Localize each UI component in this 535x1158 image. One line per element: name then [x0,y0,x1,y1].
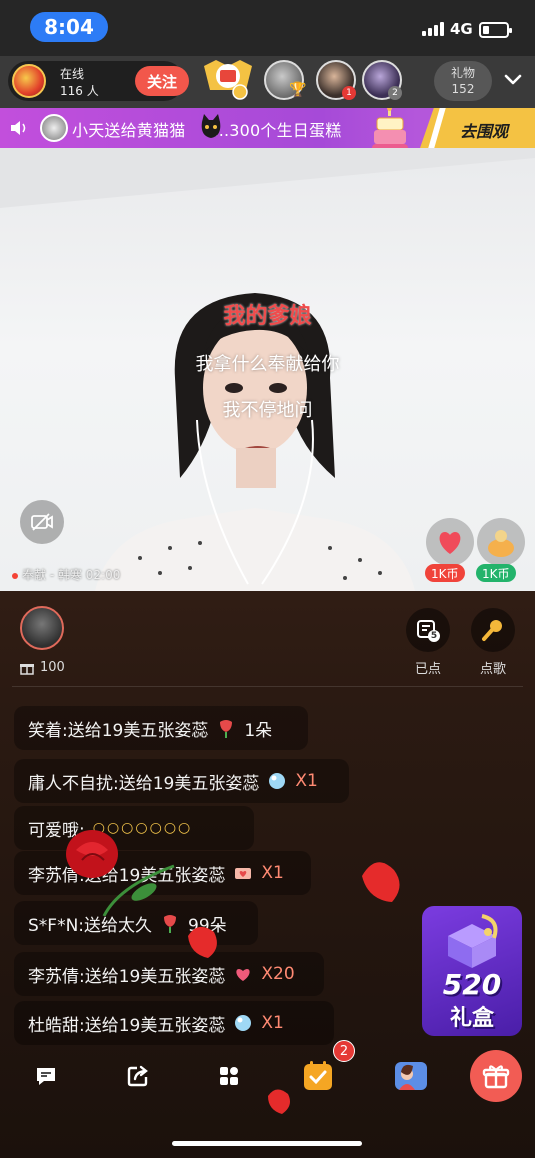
crystal-ball-icon [235,1015,252,1031]
share-button[interactable] [118,1056,158,1096]
speaker-icon [11,121,26,135]
rank-number-badge: 1 [342,86,356,100]
lyric-line-current: 我的爹娘 [223,304,312,329]
now-playing-text: 奉献 - 韩寒 02:00 [22,568,121,582]
co-host-icon [395,1062,427,1090]
ordered-songs-button[interactable]: 5 已点 [406,608,450,677]
gift-value: 100 [40,660,65,675]
crystal-ball-icon [269,773,286,789]
chat-quantity: X1 [261,1013,284,1033]
chat-quantity: 1朵 [244,720,273,741]
chat-text: 庸人不自扰:送给19美五张姿蕊 [28,773,260,794]
chat-message[interactable]: 杜皓甜:送给19美五张姿蕊 X1 [14,1001,334,1045]
promo-520-giftbox[interactable]: 520 礼盒 [422,906,522,1036]
online-label: 在线 [60,67,85,81]
online-count: 116 人 [60,84,99,98]
rank-number-badge: 2 [388,86,402,100]
petal-decoration [362,862,400,902]
love-letter-icon [235,868,252,879]
live-video[interactable]: 我的爹娘 我拿什么奉献给你 我不停地问 奉献 - 韩寒 02:00 1K币 1K… [0,148,535,591]
chat-text: 杜皓甜:送给19美五张姿蕊 [28,1015,226,1036]
gift-count-pill[interactable]: 礼物 152 [434,61,492,101]
room-header: 在线 116 人 关注 🏆 1 2 礼物 152 [0,56,535,108]
lucky-bag-icon [488,530,514,557]
host-seat-avatar[interactable] [20,606,64,650]
share-icon [127,1065,148,1087]
chat-message[interactable]: 庸人不自扰:送给19美五张姿蕊 X1 [14,759,349,803]
chat-quantity: X20 [261,964,295,984]
gift-chest-icon [448,914,498,968]
host-info[interactable]: 在线 116 人 关注 [8,61,189,101]
task-badge: 2 [333,1040,355,1062]
more-features-button[interactable] [209,1056,249,1096]
rose-animation [66,830,175,916]
promo-subtitle: 礼盒 [449,1006,494,1031]
grid-icon [220,1067,238,1085]
send-gift-button[interactable] [470,1050,522,1102]
rose-icon [220,720,233,738]
promo-title: 520 [442,968,502,1001]
quick-gift-button[interactable] [477,518,525,566]
chevron-down-icon[interactable] [500,66,526,92]
cat-icon [201,114,221,138]
camera-off-icon [31,513,53,531]
gift-broadcast-banner[interactable]: 小天送给黄猫猫 ...300个生日蛋糕 去围观 [0,108,535,160]
signal-icon [422,22,444,36]
request-song-label: 点歌 [479,662,506,677]
follow-button[interactable]: 关注 [135,66,189,96]
chat-quantity: X1 [295,771,318,791]
request-song-button[interactable]: 点歌 [471,608,515,677]
chat-text: 笑着:送给19美五张姿蕊 [28,720,209,741]
link-mic-button[interactable] [391,1056,431,1096]
ordered-songs-label: 已点 [414,662,441,677]
task-calendar-icon [304,1061,332,1090]
microphone-icon [482,620,502,641]
heart-box-icon [236,969,250,981]
status-bar: 8:04 4G [0,0,535,56]
gift-count: 152 [451,82,475,96]
divider [12,686,523,687]
quick-gift-button[interactable] [426,518,474,566]
petal-decoration [188,926,217,958]
petal-decoration [268,1089,290,1114]
quick-gift-price: 1K币 [425,564,465,582]
lyric-line: 我拿什么奉献给你 [195,354,340,375]
camera-off-button[interactable] [20,500,64,544]
request-song-circle [471,608,515,652]
chat-message[interactable]: 李苏倩:送给19美五张姿蕊 X20 [14,952,324,996]
go-watch-button[interactable]: 去围观 [460,118,508,142]
chat-text: 李苏倩:送给19美五张姿蕊 [28,966,226,987]
ordered-songs-circle: 5 [406,608,450,652]
chat-quantity: X1 [261,863,284,883]
quick-gift-price: 1K币 [476,564,516,582]
trophy-icon: 🏆 [289,82,307,98]
now-playing: 奉献 - 韩寒 02:00 [12,566,120,583]
home-indicator[interactable] [172,1141,362,1146]
rose-icon [164,915,177,933]
chat-message[interactable]: 笑着:送给19美五张姿蕊 1朵 [14,706,308,750]
lyric-line: 我不停地问 [222,400,313,421]
gift-icon [482,1065,510,1089]
network-type: 4G [450,20,473,38]
sender-avatar [40,114,68,142]
gift-box-icon [20,663,34,675]
comment-button[interactable] [26,1056,66,1096]
heart-balloon-icon [439,532,461,554]
host-avatar[interactable] [12,64,46,98]
task-button[interactable] [298,1056,338,1096]
recording-dot [12,572,18,579]
banner-gift-text: ...300个生日蛋糕 [213,121,342,140]
status-time: 8:04 [30,12,108,42]
rank-badge-icon[interactable] [200,56,256,102]
ordered-count: 5 [430,631,438,641]
comment-icon [37,1068,55,1085]
battery-level [483,26,489,34]
gift-value-stat: 100 [20,660,65,675]
banner-sender-text: 小天送给黄猫猫 [72,121,186,140]
battery-icon [479,22,512,38]
gift-label: 礼物 [450,66,475,80]
